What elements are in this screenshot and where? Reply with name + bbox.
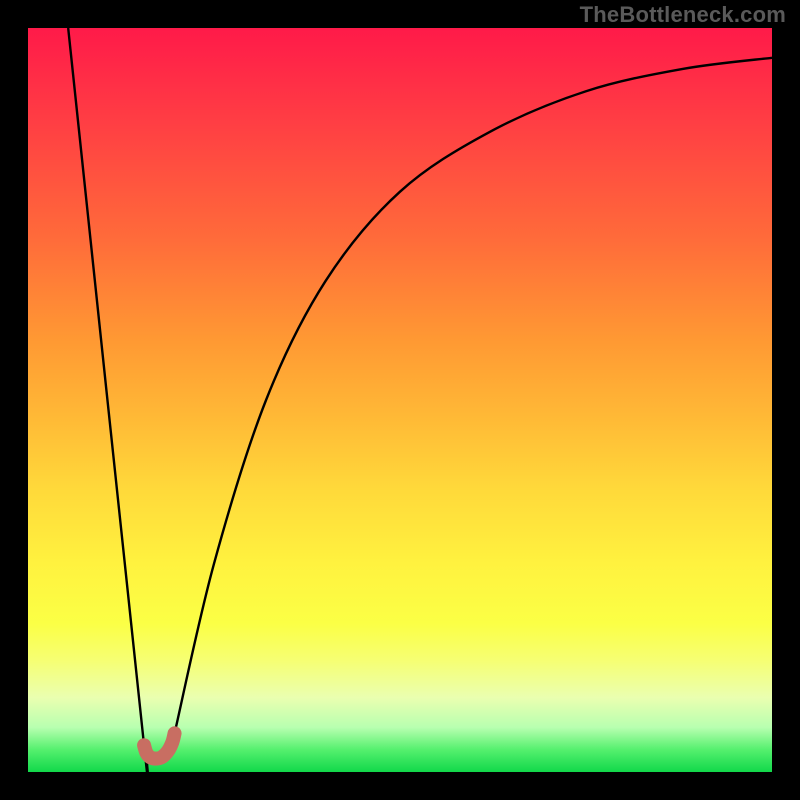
plot-area	[28, 28, 772, 772]
optimal-point-marker	[144, 733, 175, 758]
watermark-text: TheBottleneck.com	[580, 2, 786, 28]
curve-group	[68, 28, 772, 772]
chart-container: TheBottleneck.com	[0, 0, 800, 800]
chart-svg	[28, 28, 772, 772]
bottleneck-curve	[68, 28, 772, 772]
